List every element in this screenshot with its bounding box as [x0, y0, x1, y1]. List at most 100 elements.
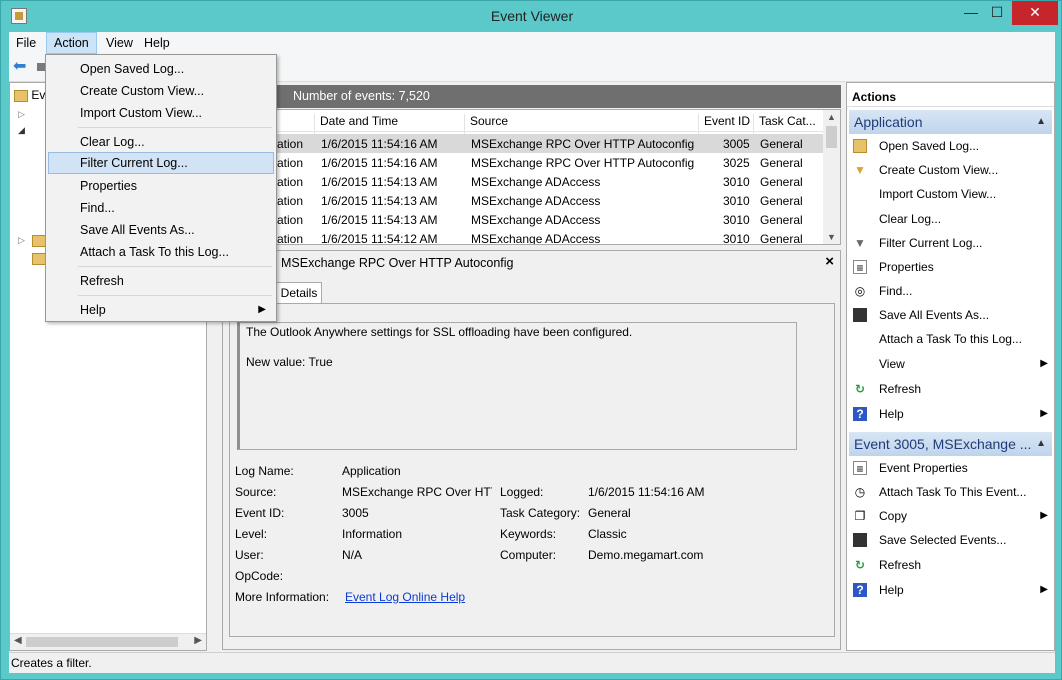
menu-item-create-custom-view[interactable]: Create Custom View...	[48, 80, 274, 102]
column-task-category[interactable]: Task Cat...	[753, 114, 816, 134]
action-properties[interactable]: ≡ Properties	[851, 256, 1050, 278]
menu-item-import-custom-view[interactable]: Import Custom View...	[48, 102, 274, 124]
cell-event-id: 3010	[723, 213, 750, 227]
table-row[interactable]: ation 1/6/2015 11:54:16 AM MSExchange RP…	[223, 134, 823, 153]
tree-item-root[interactable]: Ev	[14, 88, 45, 102]
scrollbar-thumb[interactable]	[26, 637, 178, 647]
collapse-caret-icon[interactable]: ▲	[1036, 110, 1046, 134]
actions-pane: Actions Application ▲ Open Saved Log... …	[846, 82, 1055, 651]
action-label: Attach a Task To this Log...	[879, 332, 1022, 346]
grid-vertical-scrollbar[interactable]: ▲ ▼	[823, 110, 840, 244]
expand-arrow-icon[interactable]: ▷	[18, 109, 25, 120]
tree-horizontal-scrollbar[interactable]: ◀ ▶	[10, 633, 206, 650]
table-row[interactable]: ation 1/6/2015 11:54:12 AM MSExchange AD…	[223, 229, 823, 244]
funnel-icon: ▼	[854, 236, 866, 250]
expand-arrow-icon[interactable]: ▷	[18, 235, 25, 246]
section-event[interactable]: Event 3005, MSExchange ... ▲	[849, 432, 1052, 456]
scroll-left-icon[interactable]: ◀	[14, 635, 22, 646]
action-find[interactable]: ◎ Find...	[851, 280, 1050, 302]
action-copy[interactable]: ❐ Copy ▶	[851, 505, 1050, 527]
actions-header: Actions	[847, 87, 1054, 107]
minimize-button[interactable]: —	[959, 1, 983, 25]
action-event-properties[interactable]: ≡ Event Properties	[851, 457, 1050, 479]
task-icon: ◷	[854, 485, 866, 499]
back-arrow-icon[interactable]: ⬅	[13, 59, 31, 75]
event-detail-title: MSExchange RPC Over HTTP Autoconfig	[281, 256, 514, 270]
menu-separator	[78, 127, 272, 128]
action-help-event[interactable]: ? Help ▶	[851, 579, 1050, 601]
action-refresh[interactable]: ↻ Refresh	[851, 378, 1050, 400]
user-label: User:	[235, 548, 264, 562]
action-refresh-event[interactable]: ↻ Refresh	[851, 554, 1050, 576]
menu-help[interactable]: Help	[137, 32, 177, 54]
event-description-box[interactable]: The Outlook Anywhere settings for SSL of…	[237, 322, 797, 450]
action-clear-log[interactable]: Clear Log...	[851, 208, 1050, 230]
action-view[interactable]: View ▶	[851, 353, 1050, 375]
action-label: Help	[879, 407, 904, 421]
help-icon: ?	[853, 407, 867, 421]
action-filter-current-log[interactable]: ▼ Filter Current Log...	[851, 232, 1050, 254]
table-row[interactable]: ation 1/6/2015 11:54:13 AM MSExchange AD…	[223, 210, 823, 229]
level-label: Level:	[235, 527, 268, 541]
action-save-all-events[interactable]: Save All Events As...	[851, 304, 1050, 326]
action-import-custom-view[interactable]: Import Custom View...	[851, 183, 1050, 205]
action-open-saved-log[interactable]: Open Saved Log...	[851, 135, 1050, 157]
table-row[interactable]: ation 1/6/2015 11:54:13 AM MSExchange AD…	[223, 191, 823, 210]
action-label: Open Saved Log...	[879, 139, 980, 153]
menu-item-find[interactable]: Find...	[48, 197, 274, 219]
scroll-down-icon[interactable]: ▼	[827, 232, 836, 242]
cell-task: General	[760, 175, 803, 189]
action-create-custom-view[interactable]: ▼ Create Custom View...	[851, 159, 1050, 181]
menu-item-attach-task[interactable]: Attach a Task To this Log...	[48, 241, 274, 263]
action-label: Clear Log...	[879, 212, 942, 226]
tree-root-label: Ev	[31, 88, 46, 102]
status-text: Creates a filter.	[11, 656, 92, 670]
action-help[interactable]: ? Help ▶	[851, 403, 1050, 425]
folder-icon	[32, 233, 46, 247]
column-date-and-time[interactable]: Date and Time	[314, 114, 398, 134]
disk-icon	[853, 533, 867, 547]
menu-action[interactable]: Action	[46, 32, 97, 54]
event-description-text: The Outlook Anywhere settings for SSL of…	[246, 325, 633, 339]
maximize-button[interactable]: ☐	[985, 1, 1009, 25]
title-bar[interactable]: Event Viewer — ☐ ✕	[1, 1, 1062, 32]
action-label: Attach Task To This Event...	[879, 485, 1027, 499]
event-id-label: Event ID:	[235, 506, 285, 520]
menu-view[interactable]: View	[99, 32, 140, 54]
event-description-value: New value: True	[246, 355, 333, 369]
submenu-arrow-icon: ▶	[258, 304, 266, 315]
section-event-label: Event 3005, MSExchange ...	[854, 436, 1032, 452]
cell-date: 1/6/2015 11:54:13 AM	[321, 213, 438, 227]
table-row[interactable]: ation 1/6/2015 11:54:13 AM MSExchange AD…	[223, 172, 823, 191]
collapse-caret-icon[interactable]: ▲	[1036, 432, 1046, 456]
event-detail-pane: MSExchange RPC Over HTTP Autoconfig × De…	[222, 250, 841, 650]
table-row[interactable]: ation 1/6/2015 11:54:16 AM MSExchange RP…	[223, 153, 823, 172]
action-attach-task-to-log[interactable]: Attach a Task To this Log...	[851, 328, 1050, 350]
cell-task: General	[760, 194, 803, 208]
cell-event-id: 3025	[723, 156, 750, 170]
menu-item-save-all-events[interactable]: Save All Events As...	[48, 219, 274, 241]
menu-item-filter-current-log[interactable]: Filter Current Log...	[48, 152, 274, 174]
help-icon: ?	[853, 583, 867, 597]
tab-details[interactable]: Details	[276, 282, 322, 304]
status-bar: Creates a filter.	[9, 652, 1055, 673]
event-log-online-help-link[interactable]: Event Log Online Help	[345, 590, 465, 604]
action-save-selected-events[interactable]: Save Selected Events...	[851, 529, 1050, 551]
section-application[interactable]: Application ▲	[849, 110, 1052, 134]
menu-file[interactable]: File	[9, 32, 43, 54]
close-detail-icon[interactable]: ×	[825, 253, 834, 270]
column-source[interactable]: Source	[464, 114, 508, 134]
action-attach-task-to-event[interactable]: ◷ Attach Task To This Event...	[851, 481, 1050, 503]
menu-item-help[interactable]: Help ▶	[48, 299, 274, 321]
menu-item-properties[interactable]: Properties	[48, 175, 274, 197]
scroll-right-icon[interactable]: ▶	[194, 635, 202, 646]
menu-item-refresh[interactable]: Refresh	[48, 270, 274, 292]
computer-label: Computer:	[500, 548, 557, 562]
close-window-button[interactable]: ✕	[1012, 1, 1058, 25]
collapse-arrow-icon[interactable]: ◢	[18, 125, 25, 136]
column-event-id[interactable]: Event ID	[698, 114, 750, 134]
scroll-up-icon[interactable]: ▲	[827, 112, 836, 122]
menu-item-open-saved-log[interactable]: Open Saved Log...	[48, 58, 274, 80]
scrollbar-thumb[interactable]	[826, 126, 837, 148]
menu-item-clear-log[interactable]: Clear Log...	[48, 131, 274, 153]
